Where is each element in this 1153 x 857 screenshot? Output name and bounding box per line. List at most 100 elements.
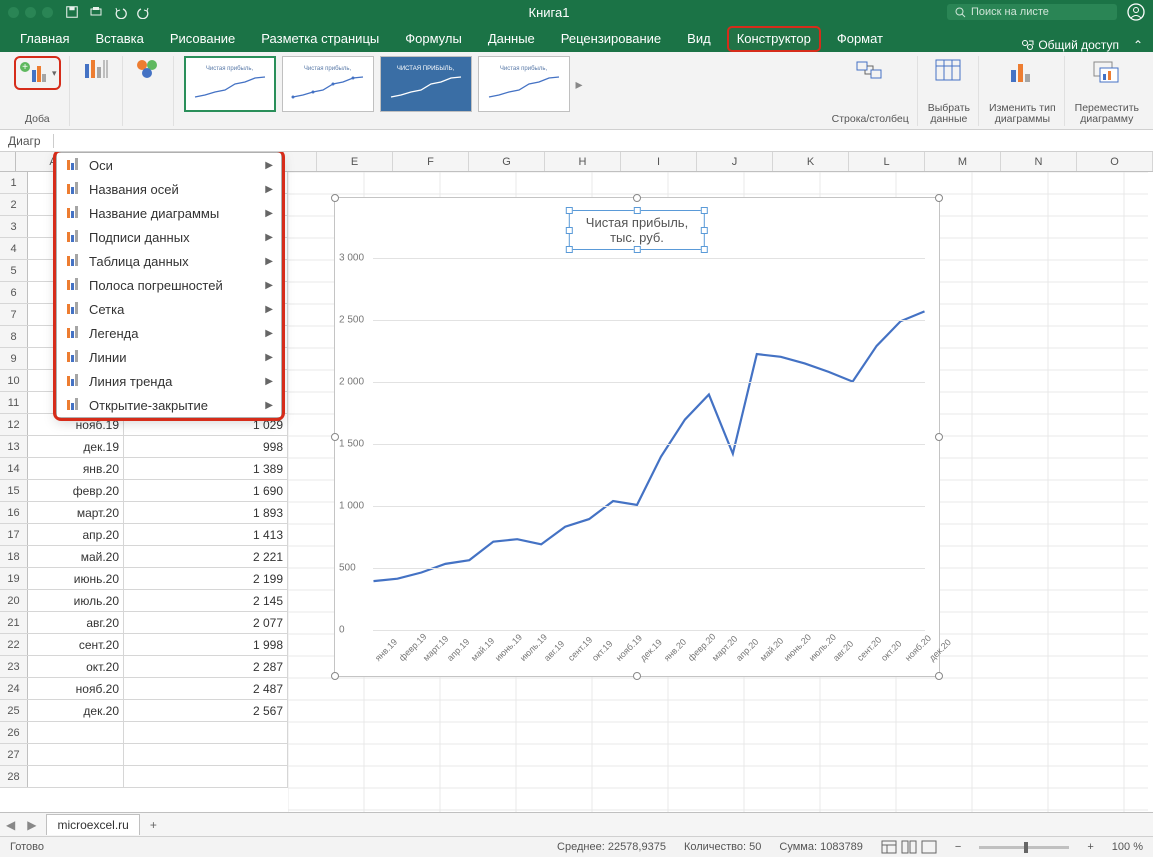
cell[interactable] — [28, 766, 124, 787]
menu-item-lines[interactable]: Линии▶ — [57, 345, 281, 369]
row-header[interactable]: 14 — [0, 458, 28, 479]
view-normal-icon[interactable] — [881, 840, 897, 854]
cell[interactable]: март.20 — [28, 502, 124, 523]
tab-insert[interactable]: Вставка — [85, 26, 153, 52]
chart-style-2[interactable]: Чистая прибыль, — [282, 56, 374, 112]
col-header[interactable]: O — [1077, 152, 1153, 171]
row-header[interactable]: 22 — [0, 634, 28, 655]
quick-access-toolbar[interactable] — [65, 5, 151, 19]
row-header[interactable]: 7 — [0, 304, 28, 325]
menu-item-axes[interactable]: Оси▶ — [57, 153, 281, 177]
menu-item-gridlines[interactable]: Сетка▶ — [57, 297, 281, 321]
cell[interactable]: 1 998 — [124, 634, 288, 655]
move-chart-icon[interactable] — [1090, 56, 1124, 86]
sheet-nav-prev[interactable]: ◀ — [0, 818, 21, 832]
cell[interactable]: 1 413 — [124, 524, 288, 545]
row-header[interactable]: 24 — [0, 678, 28, 699]
row-header[interactable]: 26 — [0, 722, 28, 743]
cell[interactable] — [28, 744, 124, 765]
sheet-tab[interactable]: microexcel.ru — [46, 814, 139, 835]
cell[interactable]: июль.20 — [28, 590, 124, 611]
cell[interactable]: янв.20 — [28, 458, 124, 479]
row-header[interactable]: 12 — [0, 414, 28, 435]
cell[interactable] — [124, 722, 288, 743]
row-header[interactable]: 19 — [0, 568, 28, 589]
tab-design[interactable]: Конструктор — [727, 26, 821, 52]
cell[interactable]: 2 221 — [124, 546, 288, 567]
traffic-lights[interactable] — [8, 7, 53, 18]
save-icon[interactable] — [65, 5, 79, 19]
add-chart-element-button[interactable]: + ▾ — [14, 56, 61, 90]
row-header[interactable]: 8 — [0, 326, 28, 347]
cell[interactable]: дек.19 — [28, 436, 124, 457]
add-sheet-button[interactable]: + — [140, 818, 167, 832]
row-header[interactable]: 27 — [0, 744, 28, 765]
view-pagelayout-icon[interactable] — [901, 840, 917, 854]
row-header[interactable]: 17 — [0, 524, 28, 545]
chart-object[interactable]: Чистая прибыль,тыс. руб. 05001 0001 5002… — [334, 197, 940, 677]
menu-item-data-table[interactable]: Таблица данных▶ — [57, 249, 281, 273]
menu-item-chart-title[interactable]: Название диаграммы▶ — [57, 201, 281, 225]
collapse-ribbon-icon[interactable]: ⌃ — [1133, 38, 1143, 52]
cell[interactable]: дек.20 — [28, 700, 124, 721]
row-header[interactable]: 6 — [0, 282, 28, 303]
tab-review[interactable]: Рецензирование — [551, 26, 671, 52]
row-header[interactable]: 9 — [0, 348, 28, 369]
row-header[interactable]: 3 — [0, 216, 28, 237]
tab-data[interactable]: Данные — [478, 26, 545, 52]
col-header[interactable]: J — [697, 152, 773, 171]
tab-draw[interactable]: Рисование — [160, 26, 245, 52]
chart-title[interactable]: Чистая прибыль,тыс. руб. — [569, 210, 705, 250]
cell[interactable]: 2 077 — [124, 612, 288, 633]
row-header[interactable]: 2 — [0, 194, 28, 215]
col-header[interactable]: F — [393, 152, 469, 171]
cell[interactable] — [124, 766, 288, 787]
worksheet[interactable]: A B CDEFGHIJKLMNO 123456789авг.1967810се… — [0, 152, 1153, 812]
undo-icon[interactable] — [113, 5, 127, 19]
col-header[interactable]: M — [925, 152, 1001, 171]
col-header[interactable]: K — [773, 152, 849, 171]
user-icon[interactable] — [1127, 3, 1145, 21]
redo-icon[interactable] — [137, 5, 151, 19]
chart-style-1[interactable]: Чистая прибыль, — [184, 56, 276, 112]
menu-item-axis-titles[interactable]: Названия осей▶ — [57, 177, 281, 201]
col-header[interactable]: L — [849, 152, 925, 171]
search-input[interactable]: Поиск на листе — [947, 4, 1117, 20]
menu-item-updown-bars[interactable]: Открытие-закрытие▶ — [57, 393, 281, 417]
sheet-nav-next[interactable]: ▶ — [21, 818, 42, 832]
zoom-out-button[interactable]: − — [955, 841, 961, 853]
chart-plot-area[interactable]: 05001 0001 5002 0002 5003 000янв.19февр.… — [373, 258, 925, 628]
col-header[interactable]: I — [621, 152, 697, 171]
row-header[interactable]: 21 — [0, 612, 28, 633]
cell[interactable]: 998 — [124, 436, 288, 457]
col-header[interactable]: G — [469, 152, 545, 171]
tab-formulas[interactable]: Формулы — [395, 26, 472, 52]
zoom-slider[interactable] — [979, 846, 1069, 849]
cell[interactable]: сент.20 — [28, 634, 124, 655]
row-header[interactable]: 10 — [0, 370, 28, 391]
cell[interactable]: февр.20 — [28, 480, 124, 501]
select-all-corner[interactable] — [0, 152, 16, 171]
menu-item-legend[interactable]: Легенда▶ — [57, 321, 281, 345]
row-header[interactable]: 16 — [0, 502, 28, 523]
cell[interactable]: авг.20 — [28, 612, 124, 633]
cell[interactable]: 2 487 — [124, 678, 288, 699]
col-header[interactable]: E — [317, 152, 393, 171]
print-icon[interactable] — [89, 5, 103, 19]
chart-style-4[interactable]: Чистая прибыль, — [478, 56, 570, 112]
switch-rowcol-icon[interactable] — [853, 56, 887, 86]
row-header[interactable]: 4 — [0, 238, 28, 259]
row-header[interactable]: 5 — [0, 260, 28, 281]
cell[interactable]: 1 690 — [124, 480, 288, 501]
chart-style-3[interactable]: ЧИСТАЯ ПРИБЫЛЬ, — [380, 56, 472, 112]
row-header[interactable]: 25 — [0, 700, 28, 721]
cell[interactable]: 2 199 — [124, 568, 288, 589]
row-header[interactable]: 15 — [0, 480, 28, 501]
cell[interactable]: окт.20 — [28, 656, 124, 677]
tab-view[interactable]: Вид — [677, 26, 721, 52]
row-header[interactable]: 23 — [0, 656, 28, 677]
view-buttons[interactable] — [881, 840, 937, 854]
styles-more-icon[interactable]: ▸ — [576, 76, 583, 93]
cell[interactable]: 1 389 — [124, 458, 288, 479]
cell[interactable]: 2 287 — [124, 656, 288, 677]
